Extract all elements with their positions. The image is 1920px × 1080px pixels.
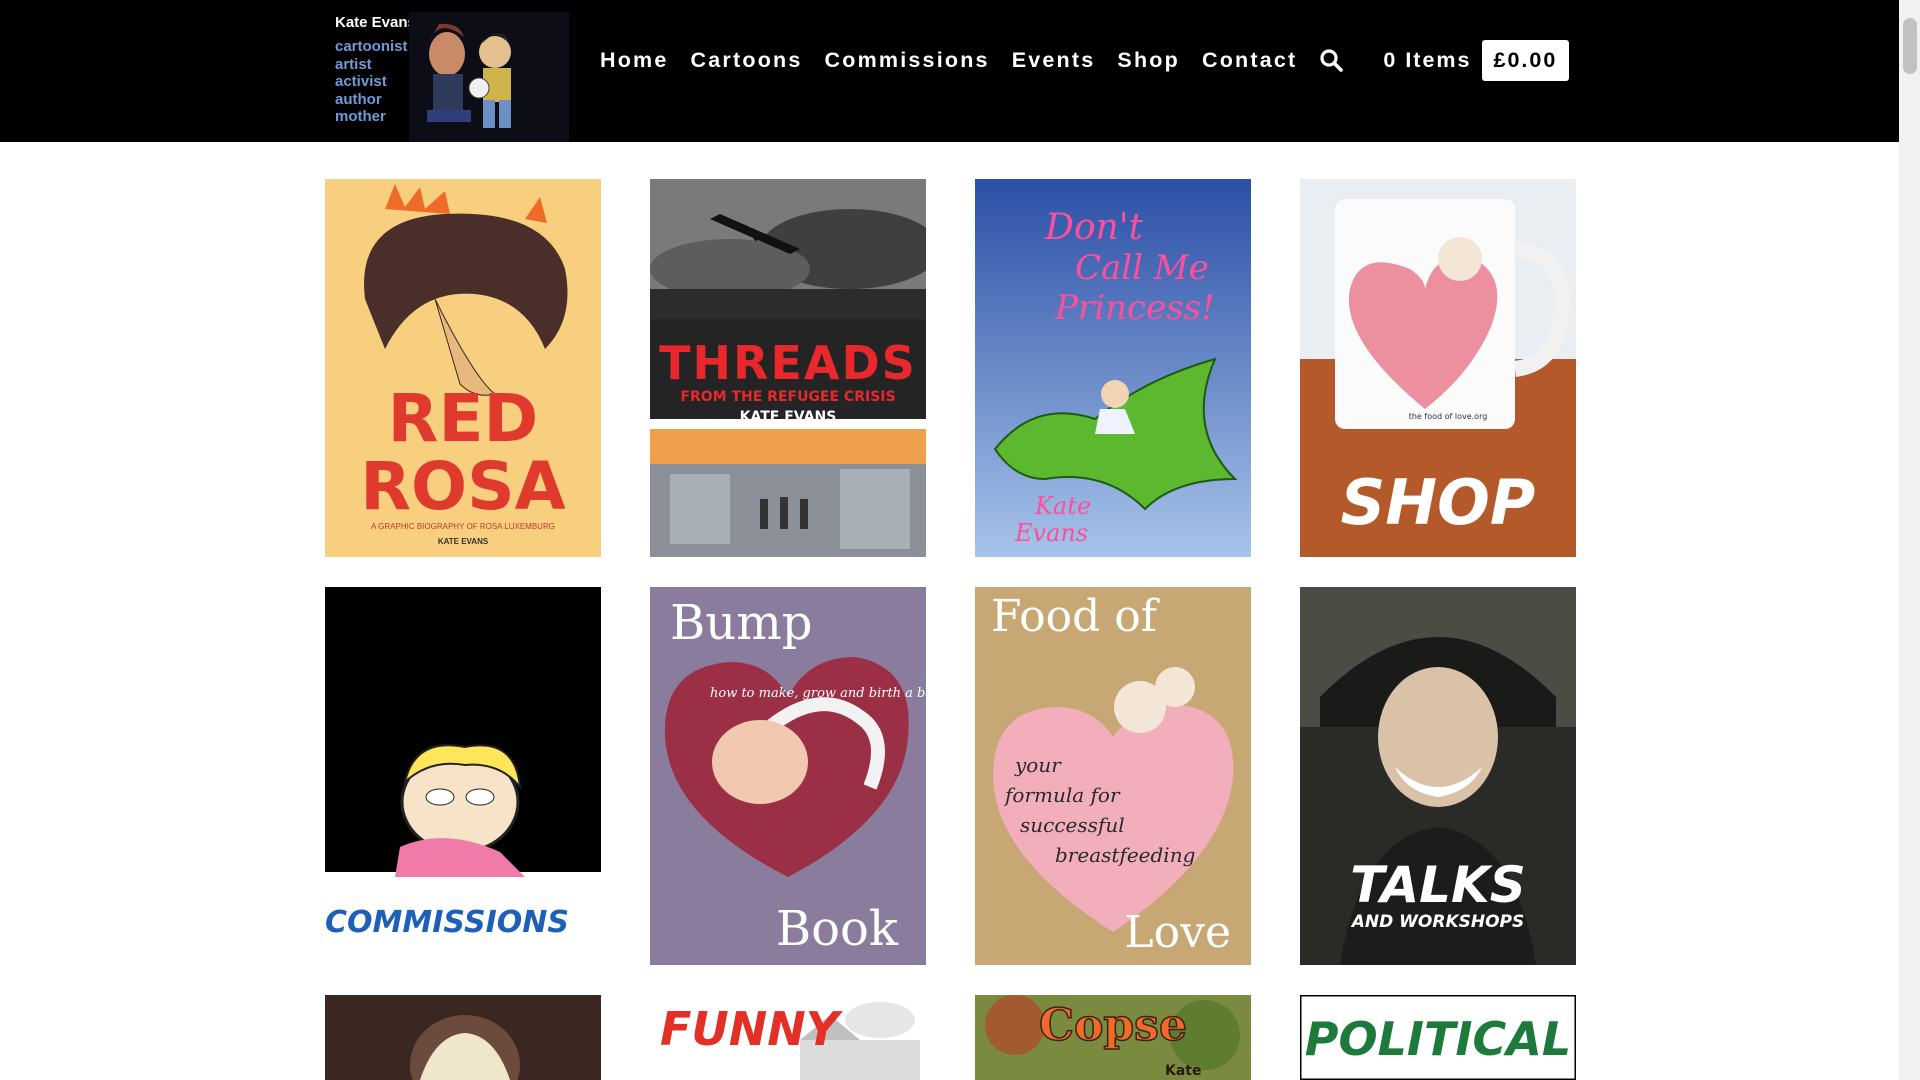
tile-red-rosa-sub: A GRAPHIC BIOGRAPHY OF ROSA LUXEMBURG: [371, 522, 555, 531]
tile-copse-title: Copse: [1039, 1000, 1187, 1051]
tile-political-label: POLITICAL: [1305, 1012, 1571, 1066]
logo-illustration: [409, 12, 569, 142]
nav-home[interactable]: Home: [600, 48, 669, 73]
tile-fol-script4: breastfeeding: [1055, 843, 1195, 867]
tile-bump-title-bottom: Book: [776, 901, 899, 957]
brand-role: artist: [335, 55, 372, 73]
tile-princess-title3: Princess!: [1054, 288, 1215, 328]
tile-threads-sub: FROM THE REFUGEE CRISIS: [680, 389, 895, 405]
cart-total[interactable]: £0.00: [1481, 39, 1570, 81]
tile-political[interactable]: POLITICAL: [1300, 995, 1576, 1080]
site-header: Kate Evans cartoonist artist activist au…: [0, 0, 1899, 142]
tile-talks[interactable]: TALKS AND WORKSHOPS: [1300, 587, 1576, 965]
tile-princess-author1: Kate: [1034, 492, 1091, 520]
tile-fol-script1: your: [1014, 753, 1062, 777]
tile-shop-label: SHOP: [1341, 466, 1536, 539]
cart-items[interactable]: 0 Items: [1383, 48, 1471, 73]
tile-food-of-love[interactable]: Food of your formula for successful brea…: [975, 587, 1251, 965]
tile-threads-title: THREADS: [659, 336, 917, 390]
tile-copse-author: Kate: [1165, 1063, 1201, 1079]
brand-name: Kate Evans: [335, 14, 416, 31]
tile-fol-script2: formula for: [1003, 783, 1121, 807]
nav-contact[interactable]: Contact: [1202, 48, 1297, 73]
site-logo[interactable]: Kate Evans cartoonist artist activist au…: [324, 12, 574, 142]
tile-dont-call-me-princess[interactable]: Don't Call Me Princess! Kate Evans: [975, 179, 1251, 557]
tile-bump-title-top: Bump: [670, 595, 812, 651]
scrollbar-thumb[interactable]: [1903, 18, 1917, 74]
tile-shop[interactable]: the food of love.org SHOP: [1300, 179, 1576, 557]
brand-role: mother: [335, 108, 386, 125]
page-scrollbar[interactable]: [1899, 0, 1920, 1080]
tile-princess-title1: Don't: [1044, 207, 1144, 248]
tile-row3-portrait[interactable]: [325, 995, 601, 1080]
tile-red-rosa-author: KATE EVANS: [438, 537, 489, 546]
tile-bump-arc: how to make, grow and birth a baby: [710, 686, 926, 701]
tile-fol-title-bottom: Love: [1124, 907, 1231, 958]
nav-shop[interactable]: Shop: [1117, 48, 1180, 73]
search-icon[interactable]: [1319, 48, 1344, 72]
tile-princess-title2: Call Me: [1075, 248, 1209, 288]
tile-red-rosa-title1: RED: [388, 380, 539, 457]
tile-talks-label: TALKS: [1350, 856, 1526, 914]
tile-shop-caption: the food of love.org: [1409, 412, 1488, 421]
tile-red-rosa-title2: ROSA: [360, 448, 566, 525]
tile-funny-label: FUNNY: [660, 1002, 844, 1056]
main-nav: Home Cartoons Commissions Events Shop Co…: [600, 38, 1570, 82]
tile-threads[interactable]: THREADS FROM THE REFUGEE CRISIS KATE EVA…: [650, 179, 926, 557]
tile-bump-book[interactable]: Bump how to make, grow and birth a baby …: [650, 587, 926, 965]
tile-fol-title-top: Food of: [991, 591, 1160, 642]
tile-red-rosa[interactable]: RED ROSA A GRAPHIC BIOGRAPHY OF ROSA LUX…: [325, 179, 601, 557]
tile-copse[interactable]: Copse Kate: [975, 995, 1251, 1080]
tile-threads-author: KATE EVANS: [740, 409, 837, 425]
brand-role: activist: [335, 73, 387, 90]
tile-commissions-label: COMMISSIONS: [325, 905, 569, 940]
tile-fol-script3: successful: [1020, 813, 1125, 837]
brand-role: cartoonist: [335, 38, 408, 55]
tile-princess-author2: Evans: [1014, 519, 1088, 547]
brand-roles: cartoonist artist activist author mother: [335, 38, 408, 126]
tile-funny[interactable]: FUNNY: [650, 995, 926, 1080]
nav-commissions[interactable]: Commissions: [825, 48, 990, 73]
brand-role: author: [335, 90, 382, 108]
tile-talks-sublabel: AND WORKSHOPS: [1350, 912, 1525, 932]
nav-cartoons[interactable]: Cartoons: [691, 48, 803, 73]
nav-events[interactable]: Events: [1012, 48, 1096, 73]
tile-commissions[interactable]: COMMISSIONS: [325, 587, 601, 965]
